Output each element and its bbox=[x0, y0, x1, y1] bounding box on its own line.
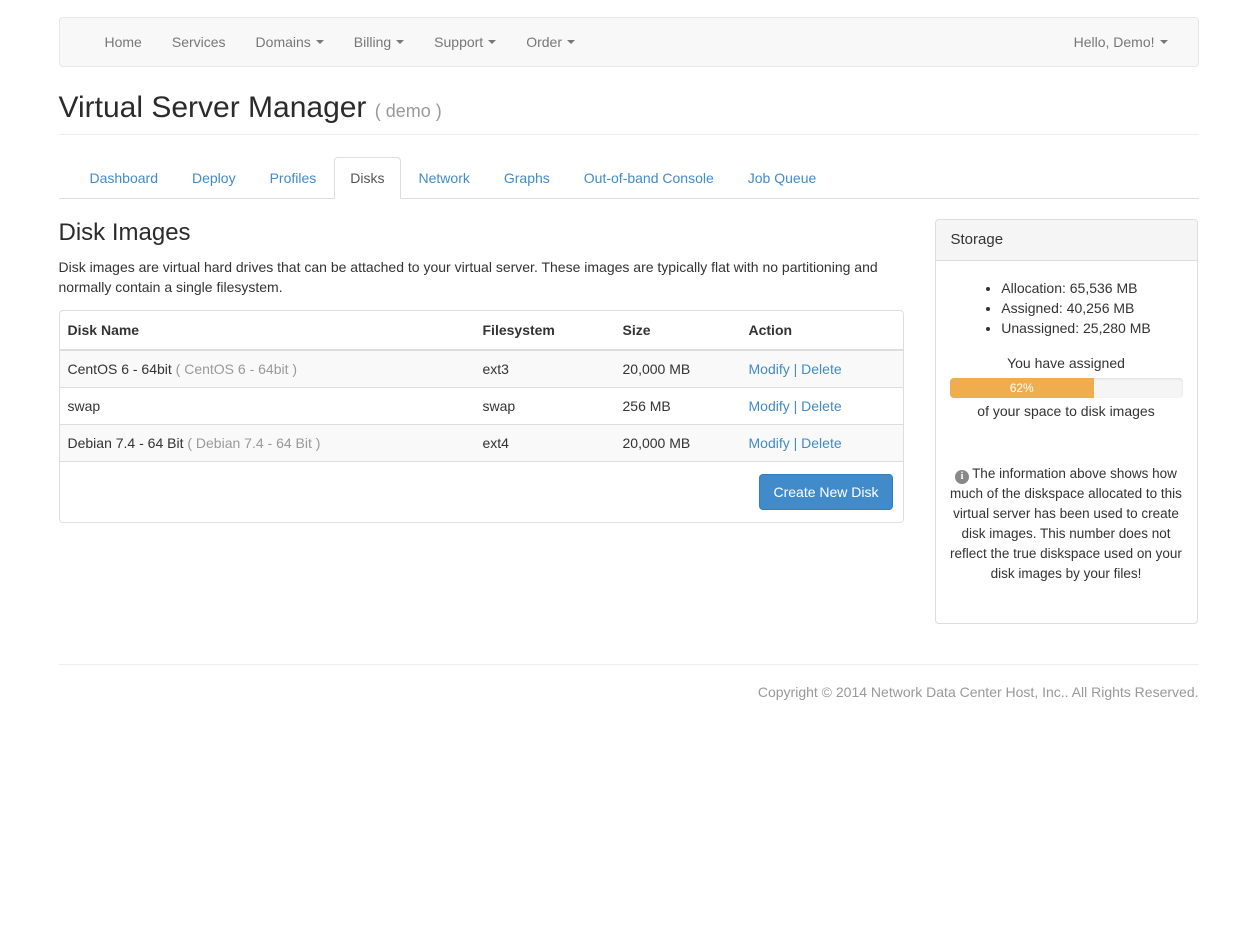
nav-item-label: Domains bbox=[256, 34, 311, 50]
content-row: Disk Images Disk images are virtual hard… bbox=[59, 199, 1199, 624]
disk-name: CentOS 6 - 64bit bbox=[68, 361, 172, 377]
section-description: Disk images are virtual hard drives that… bbox=[59, 257, 904, 297]
cell-actions: Modify | Delete bbox=[741, 388, 903, 425]
assigned-caption-bottom: of your space to disk images bbox=[948, 403, 1185, 419]
page-subtitle: ( demo ) bbox=[375, 101, 442, 121]
storage-info-text: The information above shows how much of … bbox=[950, 466, 1182, 581]
info-icon: i bbox=[955, 470, 969, 484]
create-new-disk-button[interactable]: Create New Disk bbox=[759, 474, 892, 510]
disk-name: swap bbox=[68, 398, 101, 414]
disk-name: Debian 7.4 - 64 Bit bbox=[68, 435, 184, 451]
disk-name-note: ( CentOS 6 - 64bit ) bbox=[176, 361, 297, 377]
table-row: Debian 7.4 - 64 Bit ( Debian 7.4 - 64 Bi… bbox=[60, 425, 903, 462]
cell-actions: Modify | Delete bbox=[741, 425, 903, 462]
cell-filesystem: ext4 bbox=[475, 425, 615, 462]
storage-stats-list: Allocation: 65,536 MB Assigned: 40,256 M… bbox=[981, 278, 1150, 338]
nav-item-order[interactable]: Order bbox=[511, 18, 590, 66]
tab-network[interactable]: Network bbox=[403, 157, 486, 199]
stat-unassigned: Unassigned: 25,280 MB bbox=[1001, 318, 1150, 338]
action-separator: | bbox=[794, 361, 798, 377]
navbar-user-menu: Hello, Demo! bbox=[1059, 18, 1183, 66]
top-navbar: Home Services Domains Billing Support Or… bbox=[59, 17, 1199, 67]
action-separator: | bbox=[794, 435, 798, 451]
copyright-text: Copyright © 2014 Network Data Center Hos… bbox=[59, 665, 1199, 740]
nav-item-support[interactable]: Support bbox=[419, 18, 511, 66]
nav-item-services[interactable]: Services bbox=[157, 18, 241, 66]
column-header-size: Size bbox=[615, 311, 741, 350]
cell-disk-name: Debian 7.4 - 64 Bit ( Debian 7.4 - 64 Bi… bbox=[60, 425, 475, 462]
tab-disks[interactable]: Disks bbox=[334, 157, 400, 199]
tab-job-queue[interactable]: Job Queue bbox=[732, 157, 833, 199]
action-separator: | bbox=[794, 398, 798, 414]
user-menu-toggle[interactable]: Hello, Demo! bbox=[1059, 18, 1183, 66]
column-header-disk-name: Disk Name bbox=[60, 311, 475, 350]
tab-graphs[interactable]: Graphs bbox=[488, 157, 566, 199]
cell-filesystem: swap bbox=[475, 388, 615, 425]
disk-name-note: ( Debian 7.4 - 64 Bit ) bbox=[187, 435, 320, 451]
delete-link[interactable]: Delete bbox=[801, 361, 841, 377]
modify-link[interactable]: Modify bbox=[749, 398, 790, 414]
column-header-action: Action bbox=[741, 311, 903, 350]
delete-link[interactable]: Delete bbox=[801, 398, 841, 414]
table-header-row: Disk Name Filesystem Size Action bbox=[60, 311, 903, 350]
page-title-text: Virtual Server Manager bbox=[59, 91, 367, 124]
table-footer-row: Create New Disk bbox=[60, 462, 903, 523]
tab-deploy[interactable]: Deploy bbox=[176, 157, 252, 199]
nav-item-label: Order bbox=[526, 34, 562, 50]
page-container: Home Services Domains Billing Support Or… bbox=[59, 17, 1199, 740]
cell-size: 20,000 MB bbox=[615, 350, 741, 388]
main-content: Disk Images Disk images are virtual hard… bbox=[59, 199, 904, 624]
caret-down-icon bbox=[396, 40, 404, 44]
cell-disk-name: CentOS 6 - 64bit ( CentOS 6 - 64bit ) bbox=[60, 350, 475, 388]
storage-progress-bar: 62% bbox=[950, 378, 1094, 398]
cell-size: 256 MB bbox=[615, 388, 741, 425]
tab-profiles[interactable]: Profiles bbox=[254, 157, 333, 199]
page-header: Virtual Server Manager ( demo ) bbox=[59, 91, 1199, 135]
table-footer-cell: Create New Disk bbox=[60, 462, 903, 523]
disk-images-table: Disk Name Filesystem Size Action CentOS … bbox=[60, 311, 903, 522]
nav-item-label: Support bbox=[434, 34, 483, 50]
page-title: Virtual Server Manager ( demo ) bbox=[59, 91, 1199, 124]
caret-down-icon bbox=[567, 40, 575, 44]
assigned-caption-top: You have assigned bbox=[948, 353, 1185, 373]
nav-item-billing[interactable]: Billing bbox=[339, 18, 419, 66]
storage-panel-body: Allocation: 65,536 MB Assigned: 40,256 M… bbox=[936, 261, 1197, 623]
storage-progress-track: 62% bbox=[950, 378, 1183, 398]
tab-dashboard[interactable]: Dashboard bbox=[74, 157, 175, 199]
table-row: CentOS 6 - 64bit ( CentOS 6 - 64bit ) ex… bbox=[60, 350, 903, 388]
navbar-menu: Home Services Domains Billing Support Or… bbox=[90, 18, 591, 66]
column-header-filesystem: Filesystem bbox=[475, 311, 615, 350]
stat-allocation: Allocation: 65,536 MB bbox=[1001, 278, 1150, 298]
cell-filesystem: ext3 bbox=[475, 350, 615, 388]
nav-item-home[interactable]: Home bbox=[90, 18, 157, 66]
storage-info-note: iThe information above shows how much of… bbox=[948, 464, 1185, 584]
disk-table-container: Disk Name Filesystem Size Action CentOS … bbox=[59, 310, 904, 523]
user-menu-label: Hello, Demo! bbox=[1074, 34, 1155, 50]
table-row: swap swap 256 MB Modify | Delete bbox=[60, 388, 903, 425]
storage-panel: Storage Allocation: 65,536 MB Assigned: … bbox=[935, 219, 1198, 624]
stat-assigned: Assigned: 40,256 MB bbox=[1001, 298, 1150, 318]
section-tabs: Dashboard Deploy Profiles Disks Network … bbox=[59, 157, 1199, 199]
modify-link[interactable]: Modify bbox=[749, 435, 790, 451]
sidebar: Storage Allocation: 65,536 MB Assigned: … bbox=[935, 199, 1198, 624]
section-heading: Disk Images bbox=[59, 219, 904, 247]
tab-out-of-band-console[interactable]: Out-of-band Console bbox=[568, 157, 730, 199]
cell-disk-name: swap bbox=[60, 388, 475, 425]
caret-down-icon bbox=[1160, 40, 1168, 44]
nav-item-label: Billing bbox=[354, 34, 391, 50]
cell-size: 20,000 MB bbox=[615, 425, 741, 462]
delete-link[interactable]: Delete bbox=[801, 435, 841, 451]
modify-link[interactable]: Modify bbox=[749, 361, 790, 377]
cell-actions: Modify | Delete bbox=[741, 350, 903, 388]
caret-down-icon bbox=[316, 40, 324, 44]
storage-panel-title: Storage bbox=[936, 220, 1197, 261]
caret-down-icon bbox=[488, 40, 496, 44]
nav-item-domains[interactable]: Domains bbox=[241, 18, 339, 66]
